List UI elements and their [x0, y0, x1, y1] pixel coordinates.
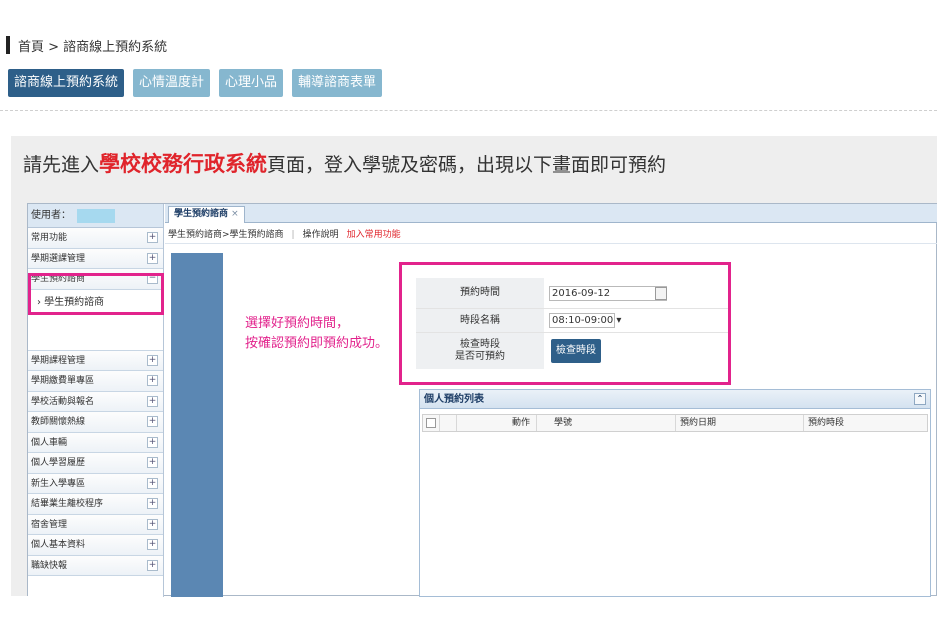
booking-list-panel: 個人預約列表 ⌃ 動作 學號 預約日期 預約時段	[419, 389, 931, 597]
menu-item[interactable]: 宿舍管理 +	[28, 514, 163, 535]
date-value: 2016-09-12	[552, 287, 611, 299]
menu-label: 學校活動與報名	[31, 396, 95, 407]
form-row-slot: 時段名稱 08:10-09:00 ▾	[416, 309, 728, 333]
slot-select[interactable]: 08:10-09:00 ▾	[549, 313, 621, 328]
plus-icon: +	[147, 539, 158, 550]
plus-icon: +	[147, 375, 158, 386]
col-slot[interactable]: 預約時段	[804, 415, 928, 431]
list-columns: 動作 學號 預約日期 預約時段	[422, 414, 928, 432]
user-bar: 使用者：	[28, 204, 163, 228]
menu-label: 宿舍管理	[31, 519, 68, 530]
instruction-after: 頁面，登入學號及密碼，出現以下畫面即可預約	[267, 154, 667, 176]
annotation-note: 選擇好預約時間， 按確認預約即預約成功。	[245, 314, 388, 354]
divider	[0, 110, 937, 111]
menu-item[interactable]: 常用功能 +	[28, 228, 163, 249]
instruction-text: 請先進入學校校務行政系統頁面，登入學號及密碼，出現以下畫面即可預約	[23, 148, 666, 178]
menu-label: 學期繳費單專區	[31, 376, 95, 386]
col-student-id[interactable]: 學號	[537, 415, 676, 431]
plus-icon: +	[147, 354, 158, 366]
menu-item[interactable]: 學期繳費單專區 +	[28, 371, 163, 392]
time-label: 預約時間	[416, 278, 544, 308]
blue-strip	[171, 253, 223, 597]
inner-path: 學生預約諮商>學生預約諮商	[168, 230, 284, 240]
plus-icon: +	[147, 518, 158, 530]
date-input[interactable]: 2016-09-12	[549, 285, 667, 301]
blank-col	[440, 415, 457, 431]
check-label-line-1: 檢查時段	[460, 339, 500, 350]
menu-item[interactable]: 職缺快報 +	[28, 555, 163, 576]
menu-label: 新生入學專區	[31, 478, 86, 489]
plus-icon: +	[147, 395, 158, 407]
tab-psychology-articles[interactable]: 心理小品	[219, 69, 284, 97]
plus-icon: +	[147, 457, 158, 468]
tab-counseling-forms[interactable]: 輔導諮商表單	[292, 69, 383, 97]
user-label: 使用者：	[31, 209, 71, 221]
menu-item[interactable]: 學期選課管理 +	[28, 248, 163, 269]
sidebar: 使用者： 常用功能 + 學期選課管理 + 學生預約諮商 − › 學生預約諮商 學期課程…	[28, 204, 164, 597]
booking-form: 預約時間 2016-09-12 時段名稱 08:10-09:00 ▾ 檢查時段是…	[416, 278, 728, 369]
help-link[interactable]: 操作說明	[303, 230, 339, 240]
check-slot-button[interactable]: 檢查時段	[551, 339, 601, 363]
content-tab-bar: 學生預約諮商 ×	[165, 204, 937, 223]
close-icon[interactable]: ×	[231, 209, 239, 219]
list-title: 個人預約列表	[424, 394, 484, 405]
menu-label: 個人學習履歷	[31, 458, 86, 468]
col-action[interactable]: 動作	[457, 415, 537, 431]
breadcrumb-bar	[6, 36, 10, 54]
menu-label: 學期選課管理	[31, 253, 86, 264]
system-screenshot: 使用者： 常用功能 + 學期選課管理 + 學生預約諮商 − › 學生預約諮商 學期課程…	[27, 203, 937, 597]
instruction-highlight: 學校校務行政系統	[99, 152, 268, 176]
plus-icon: +	[147, 477, 158, 489]
list-header: 個人預約列表 ⌃	[420, 390, 930, 409]
select-all-cell	[423, 415, 440, 431]
plus-icon: +	[147, 498, 158, 509]
menu-label: 學期課程管理	[31, 355, 86, 366]
breadcrumb: 首頁 > 諮商線上預約系統	[6, 36, 168, 55]
select-all-checkbox[interactable]	[426, 418, 436, 428]
col-date[interactable]: 預約日期	[676, 415, 804, 431]
plus-icon: +	[147, 416, 158, 427]
form-row-time: 預約時間 2016-09-12	[416, 278, 728, 309]
menu-label: 結畢業生離校程序	[31, 499, 104, 509]
note-line-1: 選擇好預約時間，	[245, 316, 350, 331]
calendar-icon[interactable]	[655, 286, 667, 300]
note-line-2: 按確認預約即預約成功。	[245, 336, 389, 351]
tab-mood-thermometer[interactable]: 心情溫度計	[133, 69, 211, 97]
check-label: 檢查時段 是否可預約	[416, 333, 544, 369]
breadcrumb-text: 首頁 > 諮商線上預約系統	[18, 39, 168, 55]
plus-icon: +	[147, 232, 158, 243]
menu-item[interactable]: 新生入學專區 +	[28, 473, 163, 494]
plus-icon: +	[147, 436, 158, 448]
inner-breadcrumb: 學生預約諮商>學生預約諮商 | 操作說明 加入常用功能	[165, 226, 937, 244]
collapse-icon[interactable]: ⌃	[914, 393, 926, 405]
menu-item[interactable]: 學期課程管理 +	[28, 350, 163, 371]
nav-tabs: 諮商線上預約系統 心情溫度計 心理小品 輔導諮商表單	[8, 69, 383, 97]
menu-item[interactable]: 個人基本資料 +	[28, 535, 163, 556]
menu-item[interactable]: 個人車輛 +	[28, 432, 163, 453]
check-label-line-2: 是否可預約	[455, 351, 505, 362]
menu-label: 常用功能	[31, 233, 68, 243]
menu-label: 教師關懷熱線	[31, 417, 86, 427]
user-name-redacted	[77, 208, 115, 223]
menu-label: 職缺快報	[31, 560, 68, 571]
tab-title: 學生預約諮商	[174, 209, 229, 219]
content-panel: 請先進入學校校務行政系統頁面，登入學號及密碼，出現以下畫面即可預約 使用者： 常…	[11, 136, 937, 597]
booking-form-highlight: 預約時間 2016-09-12 時段名稱 08:10-09:00 ▾ 檢查時段是…	[399, 262, 731, 385]
menu-item[interactable]: 結畢業生離校程序 +	[28, 494, 163, 515]
menu-item[interactable]: 個人學習履歷 +	[28, 453, 163, 474]
menu-label: 個人基本資料	[31, 540, 86, 550]
slot-label: 時段名稱	[416, 309, 544, 332]
instruction-before: 請先進入	[23, 154, 100, 176]
tab-student-counseling[interactable]: 學生預約諮商 ×	[168, 206, 245, 223]
menu-item[interactable]: 教師關懷熱線 +	[28, 412, 163, 433]
plus-icon: +	[147, 559, 158, 571]
highlight-box-menu	[28, 273, 164, 315]
tab-online-booking[interactable]: 諮商線上預約系統	[8, 69, 125, 97]
plus-icon: +	[147, 252, 158, 264]
add-favorite-link[interactable]: 加入常用功能	[347, 230, 401, 240]
menu-item[interactable]: 學校活動與報名 +	[28, 391, 163, 412]
menu-label: 個人車輛	[31, 437, 68, 448]
form-row-check: 檢查時段 是否可預約 檢查時段	[416, 333, 728, 369]
